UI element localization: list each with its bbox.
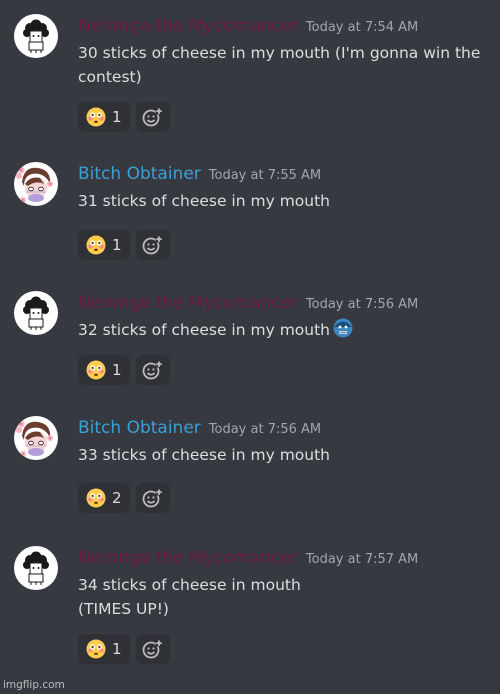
reaction-bar: 1 <box>78 102 170 132</box>
message-content: 30 sticks of cheese in my mouth (I'm gon… <box>78 41 490 89</box>
add-reaction-button[interactable] <box>135 634 170 664</box>
reaction-button[interactable]: 1 <box>78 102 130 132</box>
message-header: Bitch Obtainer Today at 7:55 AM <box>78 164 321 184</box>
avatar-neronga[interactable] <box>14 291 58 335</box>
message-line: 32 sticks of cheese in my mouth <box>78 318 490 342</box>
flushed-face-icon <box>86 235 106 255</box>
add-reaction-icon <box>142 639 163 659</box>
reaction-button[interactable]: 2 <box>78 483 130 513</box>
username[interactable]: Neronga the Mycomancer <box>78 548 298 568</box>
reaction-bar: 1 <box>78 355 170 385</box>
avatar-neronga[interactable] <box>14 14 58 58</box>
reaction-bar: 1 <box>78 634 170 664</box>
flushed-face-icon <box>86 639 106 659</box>
reaction-count: 1 <box>112 361 122 379</box>
username[interactable]: Bitch Obtainer <box>78 164 201 184</box>
message-header: Neronga the Mycomancer Today at 7:56 AM <box>78 293 418 313</box>
flushed-face-icon <box>86 488 106 508</box>
flushed-face-icon <box>86 107 106 127</box>
reaction-count: 1 <box>112 640 122 658</box>
add-reaction-icon <box>142 488 163 508</box>
message-header: Bitch Obtainer Today at 7:56 AM <box>78 418 321 438</box>
add-reaction-button[interactable] <box>135 102 170 132</box>
add-reaction-button[interactable] <box>135 483 170 513</box>
timestamp: Today at 7:56 AM <box>305 297 419 312</box>
cold-sweat-face-icon <box>333 318 353 338</box>
watermark: imgflip.com <box>3 679 65 691</box>
reaction-count: 1 <box>112 236 122 254</box>
message-line: 31 sticks of cheese in my mouth <box>78 192 330 210</box>
reaction-button[interactable]: 1 <box>78 230 130 260</box>
username[interactable]: Neronga the Mycomancer <box>78 16 298 36</box>
message-content: 32 sticks of cheese in my mouth <box>78 318 490 342</box>
message-line: 30 sticks of cheese in my mouth (I'm gon… <box>78 44 481 62</box>
message-line: 34 sticks of cheese in mouth <box>78 576 301 594</box>
message-header: Neronga the Mycomancer Today at 7:54 AM <box>78 16 418 36</box>
timestamp: Today at 7:54 AM <box>305 20 419 35</box>
message-content: 31 sticks of cheese in my mouth <box>78 189 490 213</box>
avatar-bitch-obtainer[interactable] <box>14 416 58 460</box>
message-line: (TIMES UP!) <box>78 600 169 618</box>
timestamp: Today at 7:56 AM <box>208 422 322 437</box>
message-content: 33 sticks of cheese in my mouth <box>78 443 490 467</box>
flushed-face-icon <box>86 360 106 380</box>
message-text: 32 sticks of cheese in my mouth <box>78 321 330 339</box>
add-reaction-icon <box>142 360 163 380</box>
timestamp: Today at 7:55 AM <box>208 168 322 183</box>
message-line: contest) <box>78 68 142 86</box>
reaction-bar: 1 <box>78 230 170 260</box>
add-reaction-button[interactable] <box>135 230 170 260</box>
message-content: 34 sticks of cheese in mouth (TIMES UP!) <box>78 573 490 621</box>
username[interactable]: Bitch Obtainer <box>78 418 201 438</box>
reaction-count: 2 <box>112 489 122 507</box>
avatar-bitch-obtainer[interactable] <box>14 162 58 206</box>
message-header: Neronga the Mycomancer Today at 7:57 AM <box>78 548 418 568</box>
message-line: 33 sticks of cheese in my mouth <box>78 446 330 464</box>
add-reaction-icon <box>142 107 163 127</box>
reaction-bar: 2 <box>78 483 170 513</box>
add-reaction-icon <box>142 235 163 255</box>
reaction-button[interactable]: 1 <box>78 355 130 385</box>
reaction-button[interactable]: 1 <box>78 634 130 664</box>
add-reaction-button[interactable] <box>135 355 170 385</box>
username[interactable]: Neronga the Mycomancer <box>78 293 298 313</box>
avatar-neronga[interactable] <box>14 546 58 590</box>
reaction-count: 1 <box>112 108 122 126</box>
timestamp: Today at 7:57 AM <box>305 552 419 567</box>
